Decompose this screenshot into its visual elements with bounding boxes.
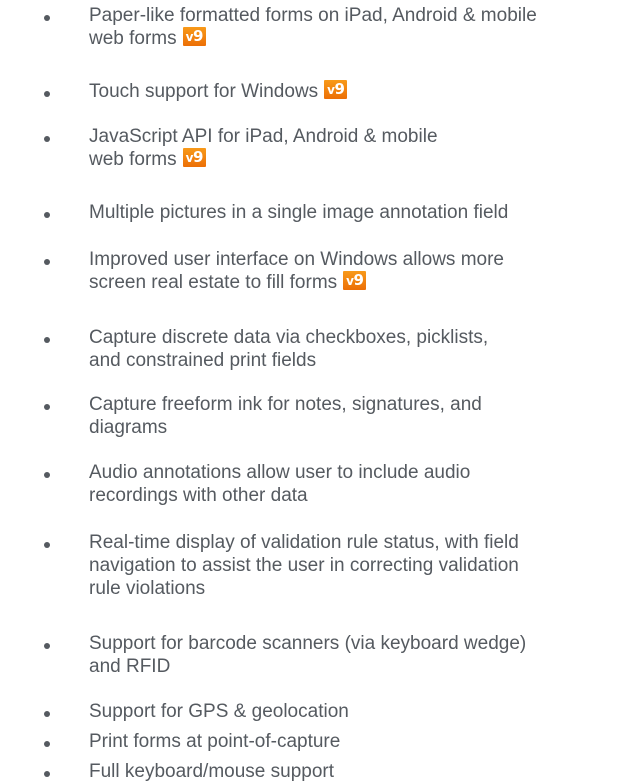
- feature-line-label: web forms: [89, 149, 177, 170]
- feature-line-label: recordings with other data: [89, 485, 308, 506]
- version-badge-icon: v9: [182, 27, 206, 46]
- feature-text-line: JavaScript API for iPad, Android & mobil…: [89, 125, 641, 148]
- feature-line-label: diagrams: [89, 417, 168, 438]
- feature-line-label: Multiple pictures in a single image anno…: [89, 202, 509, 223]
- feature-line-label: and RFID: [89, 656, 171, 677]
- bullet-icon: [44, 711, 50, 717]
- feature-line-label: Support for barcode scanners (via keyboa…: [89, 633, 527, 654]
- feature-text-line: Audio annotations allow user to include …: [89, 461, 641, 484]
- feature-line-label: Capture discrete data via checkboxes, pi…: [89, 327, 489, 348]
- badge-number: 9: [334, 80, 345, 98]
- badge-prefix: v: [327, 83, 335, 97]
- feature-line-label: Print forms at point-of-capture: [89, 731, 341, 752]
- bullet-icon: [44, 741, 50, 747]
- feature-line-label: Improved user interface on Windows allow…: [89, 249, 505, 270]
- bullet-icon: [44, 643, 50, 649]
- feature-line-label: and constrained print fields: [89, 350, 317, 371]
- feature-text-line: Improved user interface on Windows allow…: [89, 248, 641, 271]
- feature-line-label: navigation to assist the user in correct…: [89, 555, 519, 576]
- feature-text-line: Print forms at point-of-capture: [89, 730, 641, 753]
- feature-line-label: JavaScript API for iPad, Android & mobil…: [89, 126, 438, 147]
- badge-prefix: v: [185, 151, 194, 165]
- feature-text-line: web forms v9: [89, 27, 641, 50]
- feature-line-label: Full keyboard/mouse support: [89, 761, 335, 782]
- bullet-icon: [44, 212, 50, 218]
- version-badge-icon: v9: [182, 148, 206, 167]
- version-badge-icon: v9: [324, 80, 348, 99]
- feature-line-label: Capture freeform ink for notes, signatur…: [89, 394, 482, 415]
- bullet-icon: [44, 404, 50, 410]
- feature-text-line: screen real estate to fill forms v9: [89, 271, 641, 294]
- bullet-icon: [44, 91, 50, 97]
- feature-text-line: diagrams: [89, 416, 641, 439]
- feature-text: Touch support for Windows v9: [89, 80, 641, 103]
- feature-text: Multiple pictures in a single image anno…: [89, 201, 641, 224]
- feature-text: Audio annotations allow user to include …: [89, 461, 641, 507]
- feature-text-line: Capture freeform ink for notes, signatur…: [89, 393, 641, 416]
- bullet-icon: [44, 542, 50, 548]
- bullet-icon: [44, 771, 50, 777]
- feature-line-label: Audio annotations allow user to include …: [89, 462, 471, 483]
- feature-text-line: Paper-like formatted forms on iPad, Andr…: [89, 4, 641, 27]
- feature-text: Print forms at point-of-capture: [89, 730, 641, 753]
- feature-text-line: navigation to assist the user in correct…: [89, 554, 641, 577]
- feature-text: Improved user interface on Windows allow…: [89, 248, 641, 294]
- feature-text-line: Multiple pictures in a single image anno…: [89, 201, 641, 224]
- badge-prefix: v: [185, 30, 194, 44]
- feature-line-label: Touch support for Windows: [89, 81, 319, 102]
- feature-text-line: recordings with other data: [89, 484, 641, 507]
- feature-text-line: Real-time display of validation rule sta…: [89, 531, 641, 554]
- feature-text: Real-time display of validation rule sta…: [89, 531, 641, 600]
- feature-text-line: Capture discrete data via checkboxes, pi…: [89, 326, 641, 349]
- feature-text-line: and RFID: [89, 655, 641, 678]
- feature-line-label: Real-time display of validation rule sta…: [89, 532, 519, 553]
- feature-text: JavaScript API for iPad, Android & mobil…: [89, 125, 641, 171]
- feature-line-label: screen real estate to fill forms: [89, 272, 338, 293]
- bullet-icon: [44, 472, 50, 478]
- bullet-icon: [44, 337, 50, 343]
- feature-text: Support for GPS & geolocation: [89, 700, 641, 723]
- badge-number: 9: [192, 27, 203, 45]
- badge-number: 9: [353, 271, 364, 289]
- bullet-icon: [44, 259, 50, 265]
- feature-line-label: Paper-like formatted forms on iPad, Andr…: [89, 5, 537, 26]
- feature-text-line: rule violations: [89, 577, 641, 600]
- feature-line-label: web forms: [89, 28, 177, 49]
- badge-number: 9: [192, 148, 203, 166]
- feature-text-line: web forms v9: [89, 148, 641, 171]
- feature-text-line: Support for barcode scanners (via keyboa…: [89, 632, 641, 655]
- bullet-icon: [44, 136, 50, 142]
- feature-text: Full keyboard/mouse support: [89, 760, 641, 783]
- version-badge-icon: v9: [343, 271, 367, 290]
- feature-text-line: Touch support for Windows v9: [89, 80, 641, 103]
- feature-text: Paper-like formatted forms on iPad, Andr…: [89, 4, 641, 50]
- bullet-icon: [44, 15, 50, 21]
- feature-text: Capture discrete data via checkboxes, pi…: [89, 326, 641, 372]
- feature-text: Support for barcode scanners (via keyboa…: [89, 632, 641, 678]
- feature-line-label: Support for GPS & geolocation: [89, 701, 349, 722]
- feature-text: Capture freeform ink for notes, signatur…: [89, 393, 641, 439]
- feature-text-line: and constrained print fields: [89, 349, 641, 372]
- feature-line-label: rule violations: [89, 578, 206, 599]
- feature-text-line: Full keyboard/mouse support: [89, 760, 641, 783]
- feature-text-line: Support for GPS & geolocation: [89, 700, 641, 723]
